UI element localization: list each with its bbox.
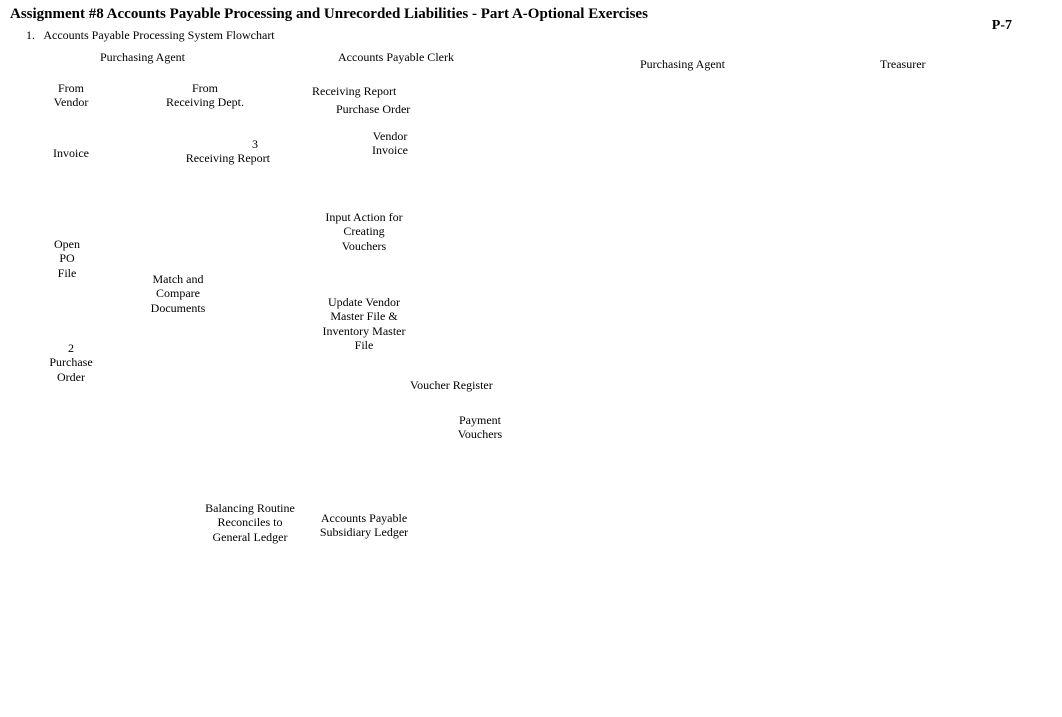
col-ap-clerk: Accounts Payable Clerk xyxy=(338,50,454,65)
vendor-invoice-line1: Vendor xyxy=(362,129,418,143)
node-purchase-order: 2 Purchase Order xyxy=(40,341,102,384)
node-match-compare: Match and Compare Documents xyxy=(140,272,216,315)
node-ap-purchase-order: Purchase Order xyxy=(336,102,410,116)
ap-ledger-line1: Accounts Payable xyxy=(314,511,414,525)
purchase-order-line1: Purchase xyxy=(40,355,102,369)
from-receiving-line2: Receiving Dept. xyxy=(160,95,250,109)
subtitle-text: Accounts Payable Processing System Flowc… xyxy=(43,28,274,42)
subtitle-index: 1. xyxy=(26,28,35,42)
input-action-line1: Input Action for xyxy=(316,210,412,224)
vendor-invoice-line2: Invoice xyxy=(362,143,418,157)
node-from-vendor: From Vendor xyxy=(48,81,94,110)
col-purchasing-agent-right: Purchasing Agent xyxy=(640,57,725,72)
update-line2: Master File & xyxy=(314,309,414,323)
balancing-line2: Reconciles to xyxy=(198,515,302,529)
update-line1: Update Vendor xyxy=(314,295,414,309)
node-ap-subsidiary-ledger: Accounts Payable Subsidiary Ledger xyxy=(314,511,414,540)
match-line3: Documents xyxy=(140,301,216,315)
update-line3: Inventory Master xyxy=(314,324,414,338)
match-line1: Match and xyxy=(140,272,216,286)
from-receiving-line1: From xyxy=(160,81,250,95)
node-payment-vouchers: Payment Vouchers xyxy=(452,413,508,442)
match-line2: Compare xyxy=(140,286,216,300)
open-po-line2: PO xyxy=(44,251,90,265)
purchase-order-line2: Order xyxy=(40,370,102,384)
col-treasurer: Treasurer xyxy=(880,57,926,72)
node-ap-receiving-report: Receiving Report xyxy=(312,84,396,98)
col-purchasing-agent-left: Purchasing Agent xyxy=(100,50,185,65)
node-input-action: Input Action for Creating Vouchers xyxy=(316,210,412,253)
assignment-title: Assignment #8 Accounts Payable Processin… xyxy=(10,6,648,23)
node-update-master: Update Vendor Master File & Inventory Ma… xyxy=(314,295,414,353)
receiving-report-number: 3 xyxy=(170,137,270,151)
node-invoice: Invoice xyxy=(53,146,89,160)
open-po-line3: File xyxy=(44,266,90,280)
subtitle: 1. Accounts Payable Processing System Fl… xyxy=(26,28,275,43)
node-voucher-register: Voucher Register xyxy=(410,378,493,392)
from-vendor-line1: From xyxy=(48,81,94,95)
node-from-receiving: From Receiving Dept. xyxy=(160,81,250,110)
input-action-line3: Vouchers xyxy=(316,239,412,253)
update-line4: File xyxy=(314,338,414,352)
node-vendor-invoice: Vendor Invoice xyxy=(362,129,418,158)
ap-ledger-line2: Subsidiary Ledger xyxy=(314,525,414,539)
payment-line2: Vouchers xyxy=(452,427,508,441)
input-action-line2: Creating xyxy=(316,224,412,238)
open-po-line1: Open xyxy=(44,237,90,251)
balancing-line3: General Ledger xyxy=(198,530,302,544)
node-balancing-routine: Balancing Routine Reconciles to General … xyxy=(198,501,302,544)
receiving-report-label: Receiving Report xyxy=(170,151,270,165)
node-open-po-file: Open PO File xyxy=(44,237,90,280)
balancing-line1: Balancing Routine xyxy=(198,501,302,515)
from-vendor-line2: Vendor xyxy=(48,95,94,109)
page-number: P-7 xyxy=(992,18,1012,34)
payment-line1: Payment xyxy=(452,413,508,427)
purchase-order-number: 2 xyxy=(40,341,102,355)
node-receiving-report: 3 Receiving Report xyxy=(170,137,270,166)
